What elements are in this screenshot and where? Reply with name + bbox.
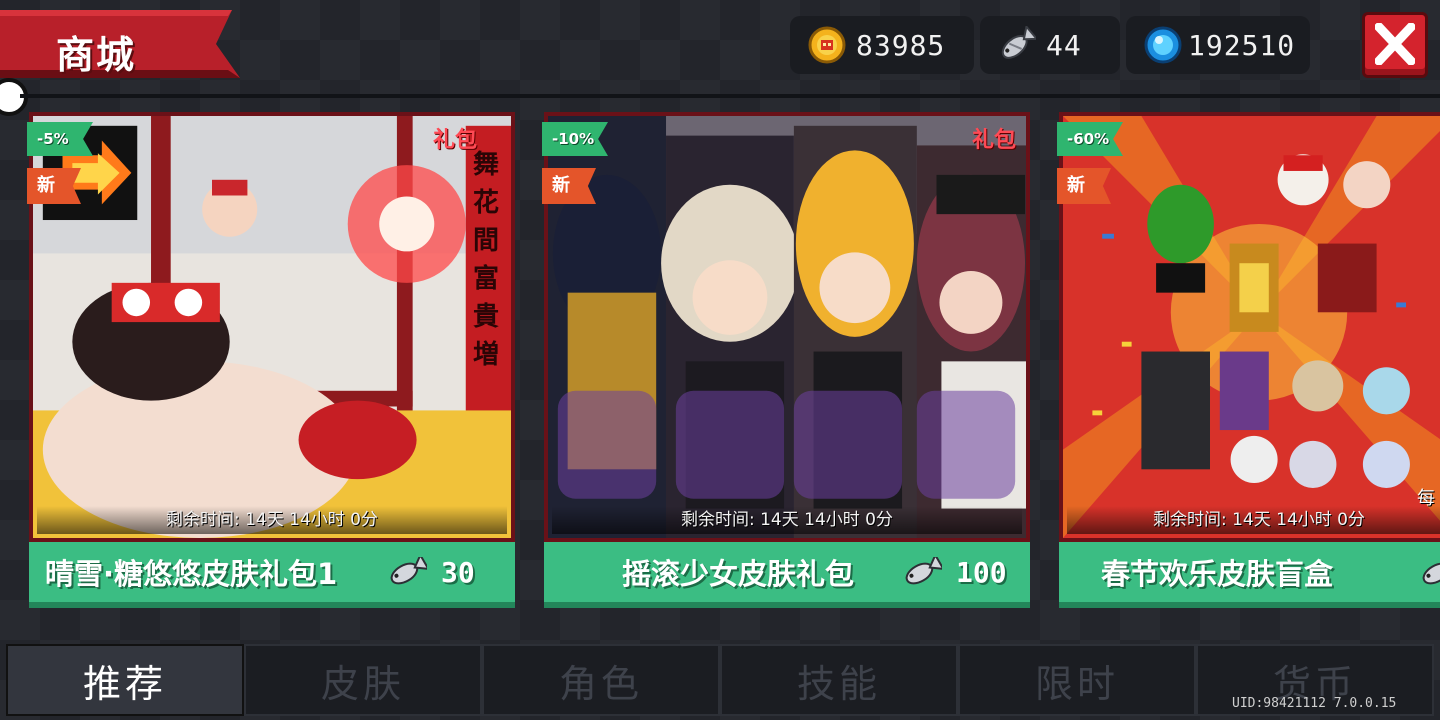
title-banner: 商城 xyxy=(0,10,240,78)
pack-art-spring-festival xyxy=(1063,116,1440,538)
pack-name: 春节欢乐皮肤盲盒 xyxy=(1101,557,1334,591)
tab-skills[interactable]: 技能 xyxy=(720,644,958,716)
close-button[interactable] xyxy=(1362,12,1428,78)
pack-name: 晴雪·糖悠悠皮肤礼包1 xyxy=(45,557,338,591)
fish-icon xyxy=(1001,26,1036,59)
pack-card-2[interactable]: 礼包 剩余时间: 14天 14小时 0分 -10% 新 摇滚少女皮肤礼包 100 xyxy=(542,112,1030,610)
pack-price: 30 xyxy=(441,555,475,589)
pack-card-frame: 剩余时间: 14天 14小时 0分 每 xyxy=(1059,112,1440,542)
pack-art-rock-girls xyxy=(548,116,1026,538)
fish-icon xyxy=(905,557,942,585)
pack-card-3[interactable]: 剩余时间: 14天 14小时 0分 每 -60% 新 春节欢乐皮肤盲盒 xyxy=(1057,112,1440,610)
tab-skins[interactable]: 皮肤 xyxy=(244,644,482,716)
pack-price: 100 xyxy=(956,555,1007,589)
pack-price-bar[interactable]: 晴雪·糖悠悠皮肤礼包1 30 xyxy=(29,542,515,608)
tab-recommended[interactable]: 推荐 xyxy=(6,644,244,716)
pack-name: 摇滚少女皮肤礼包 xyxy=(621,557,854,591)
page-title: 商城 xyxy=(56,33,137,77)
fish-icon xyxy=(1422,562,1440,585)
fish-icon xyxy=(390,557,427,585)
category-tab-bar: 推荐 皮肤 角色 技能 限时 货币 xyxy=(6,644,1436,716)
gift-pack-tag: 礼包 xyxy=(432,128,477,153)
pack-price-bar[interactable]: 摇滚少女皮肤礼包 100 xyxy=(544,542,1030,608)
fish-amount: 44 xyxy=(1046,28,1082,62)
gem-amount: 192510 xyxy=(1188,28,1296,62)
close-icon xyxy=(1375,23,1415,65)
pack-art-lion-dance xyxy=(33,116,511,538)
daily-note-text: 每 xyxy=(1417,488,1435,509)
gold-amount: 83985 xyxy=(856,28,946,62)
uid-version-label: UID:98421112 7.0.0.15 xyxy=(1232,696,1397,711)
blue-gem-icon xyxy=(1144,26,1182,64)
tab-limited[interactable]: 限时 xyxy=(958,644,1196,716)
pack-price-bar[interactable]: 春节欢乐皮肤盲盒 xyxy=(1059,542,1440,608)
pack-timer: 剩余时间: 14天 14小时 0分 xyxy=(37,506,507,534)
gold-coin-icon xyxy=(808,26,846,64)
discount-badge: -10% xyxy=(542,122,608,156)
gift-pack-tag: 礼包 xyxy=(971,128,1016,153)
fish-currency: 44 xyxy=(980,16,1120,74)
pack-card-1[interactable]: 礼包 舞花間富貴増 剩余时间: 14天 14小时 0分 -5% 新 晴雪·糖悠悠… xyxy=(27,112,515,610)
tab-characters[interactable]: 角色 xyxy=(482,644,720,716)
pack-timer: 剩余时间: 14天 14小时 0分 xyxy=(1067,506,1440,534)
couplet-banner-text: 舞花間富貴増 xyxy=(473,150,500,370)
new-badge: 新 xyxy=(27,168,81,204)
pack-card-frame: 礼包 剩余时间: 14天 14小时 0分 xyxy=(544,112,1030,542)
pack-timer: 剩余时间: 14天 14小时 0分 xyxy=(552,506,1022,534)
header-divider xyxy=(20,94,1440,98)
gem-currency: 192510 xyxy=(1126,16,1310,74)
discount-badge: -5% xyxy=(27,122,93,156)
discount-badge: -60% xyxy=(1057,122,1123,156)
pack-card-frame: 礼包 舞花間富貴増 剩余时间: 14天 14小时 0分 xyxy=(29,112,515,542)
gold-currency: 83985 xyxy=(790,16,974,74)
